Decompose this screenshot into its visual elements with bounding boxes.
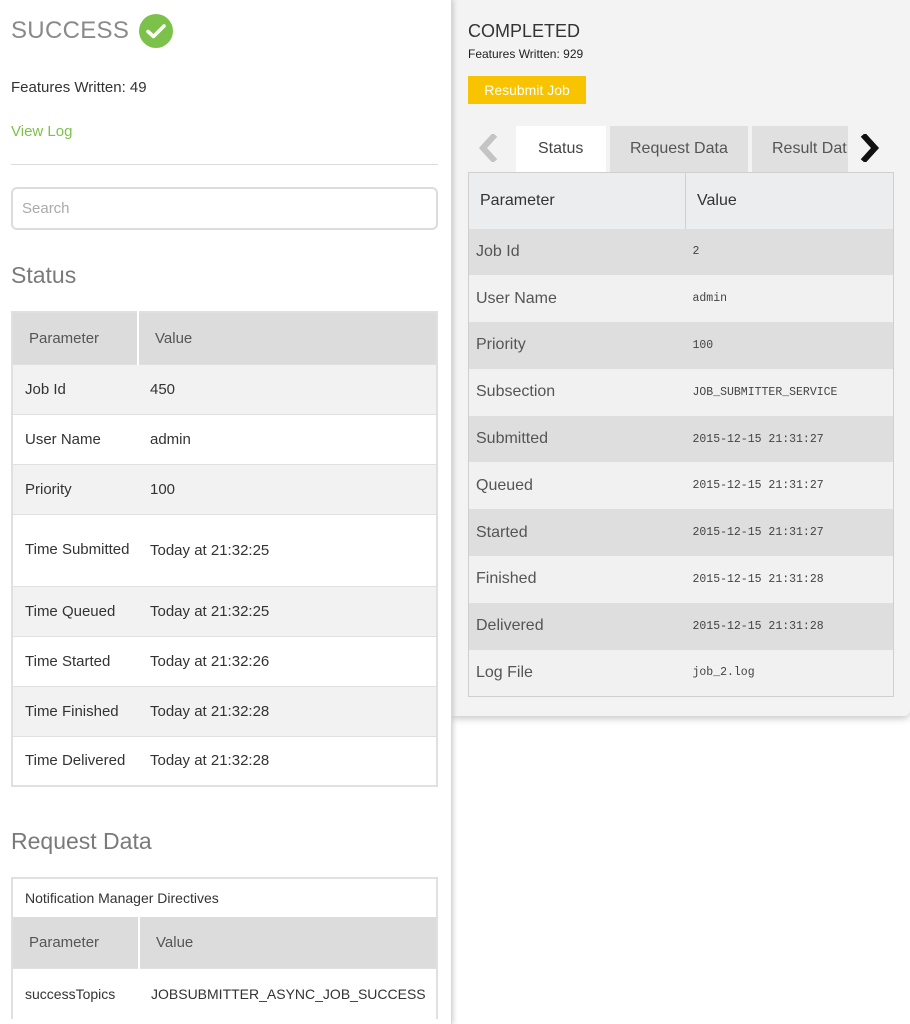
value-cell: admin [138, 413, 437, 464]
check-circle-icon [139, 14, 174, 48]
table-row: Queued 2015-12-15 21:31:27 [468, 462, 894, 510]
value-cell: 2015-12-15 21:31:27 [685, 509, 894, 557]
param-cell: Time Finished [12, 685, 138, 736]
value-cell: Today at 21:32:28 [138, 685, 437, 736]
table-row: Time Submitted Today at 21:32:25 [12, 513, 437, 586]
param-cell: Queued [468, 462, 686, 510]
tab-label: Request Data [630, 140, 728, 157]
status-section-heading: Status [11, 262, 77, 288]
param-cell: Submitted [468, 415, 686, 463]
chevron-right-icon[interactable] [856, 132, 884, 164]
value-cell: Today at 21:32:25 [138, 585, 437, 636]
table-row: Priority 100 [468, 322, 894, 369]
column-header-parameter: Parameter [468, 172, 686, 229]
value-cell: JOB_SUBMITTER_SERVICE [685, 368, 894, 416]
left-status-title: SUCCESS [11, 17, 130, 44]
param-cell: Log File [468, 649, 686, 697]
value-cell: JOBSUBMITTER_ASYNC_JOB_SUCCESS [139, 967, 436, 1019]
request-data-heading: Request Data [11, 828, 152, 854]
param-cell: successTopics [13, 967, 139, 1019]
column-header-value: Value [137, 312, 437, 364]
value-cell: Today at 21:32:26 [138, 635, 437, 686]
table-row: Priority 100 [12, 463, 437, 514]
tab-bar: Status Request Data Result Dat [468, 124, 894, 172]
left-features-written: Features Written: 49 [11, 79, 147, 96]
value-cell: 2015-12-15 21:31:28 [685, 556, 894, 603]
param-cell: Priority [12, 463, 138, 514]
right-features-written: Features Written: 929 [468, 47, 584, 61]
column-header-value: Value [685, 172, 894, 229]
table-row: Delivered 2015-12-15 21:31:28 [468, 602, 894, 650]
value-cell: 100 [685, 322, 894, 369]
right-job-panel: COMPLETED Features Written: 929 Resubmit… [452, 0, 910, 716]
column-header-parameter: Parameter [13, 917, 139, 968]
param-cell: Priority [468, 322, 686, 369]
param-cell: Started [468, 509, 686, 557]
param-cell: Subsection [468, 368, 686, 416]
param-cell: Delivered [468, 602, 686, 650]
table-row: Time Queued Today at 21:32:25 [12, 585, 437, 636]
right-status-table: Parameter Value Job Id 2 User Name admin… [468, 172, 894, 697]
view-log-link[interactable]: View Log [11, 123, 72, 140]
value-cell: 100 [138, 463, 437, 514]
value-cell: Today at 21:32:28 [138, 735, 437, 786]
param-cell: Time Delivered [12, 735, 138, 786]
table-caption: Notification Manager Directives [13, 879, 436, 917]
tab-result-data[interactable]: Result Dat [752, 126, 848, 172]
table-row: Log File job_2.log [468, 649, 894, 697]
table-row: Time Delivered Today at 21:32:28 [12, 735, 437, 786]
param-cell: Time Queued [12, 585, 138, 636]
param-cell: Time Started [12, 635, 138, 686]
left-job-panel: SUCCESS Features Written: 49 View Log St… [0, 0, 452, 1024]
divider [11, 164, 438, 165]
value-cell: 450 [138, 363, 437, 414]
value-cell: 2015-12-15 21:31:27 [685, 462, 894, 510]
table-row: Started 2015-12-15 21:31:27 [468, 509, 894, 557]
table-row: Submitted 2015-12-15 21:31:27 [468, 415, 894, 463]
param-cell: Finished [468, 556, 686, 603]
search-input[interactable] [11, 187, 438, 230]
table-row: Job Id 450 [12, 363, 437, 414]
param-cell: User Name [12, 413, 138, 464]
table-row: successTopics JOBSUBMITTER_ASYNC_JOB_SUC… [13, 967, 436, 1019]
table-row: Finished 2015-12-15 21:31:28 [468, 556, 894, 603]
table-row: Job Id 2 [468, 228, 894, 276]
value-cell: 2015-12-15 21:31:28 [685, 602, 894, 650]
tab-status[interactable]: Status [516, 126, 606, 172]
tab-label: Result Dat [772, 140, 847, 157]
left-status-table: Parameter Value Job Id 450 User Name adm… [11, 311, 438, 787]
request-data-table: Notification Manager Directives Paramete… [11, 877, 438, 1019]
left-status-header: SUCCESS [11, 14, 174, 48]
column-header-value: Value [138, 917, 436, 968]
table-row: User Name admin [468, 275, 894, 323]
value-cell: 2 [685, 228, 894, 276]
value-cell: Today at 21:32:25 [138, 513, 437, 586]
value-cell: admin [685, 275, 894, 323]
value-cell: job_2.log [685, 649, 894, 697]
table-row: Subsection JOB_SUBMITTER_SERVICE [468, 368, 894, 416]
table-row: Time Finished Today at 21:32:28 [12, 685, 437, 736]
param-cell: Time Submitted [12, 513, 138, 586]
tab-request-data[interactable]: Request Data [610, 126, 748, 172]
right-status-title: COMPLETED [468, 21, 581, 41]
value-cell: 2015-12-15 21:31:27 [685, 415, 894, 463]
param-cell: Job Id [468, 228, 686, 276]
resubmit-job-button[interactable]: Resubmit Job [468, 76, 586, 104]
table-row: Time Started Today at 21:32:26 [12, 635, 437, 686]
param-cell: User Name [468, 275, 686, 323]
table-row: User Name admin [12, 413, 437, 464]
column-header-parameter: Parameter [12, 312, 138, 364]
chevron-left-icon[interactable] [474, 132, 502, 164]
tab-label: Status [538, 140, 584, 157]
param-cell: Job Id [12, 363, 138, 414]
